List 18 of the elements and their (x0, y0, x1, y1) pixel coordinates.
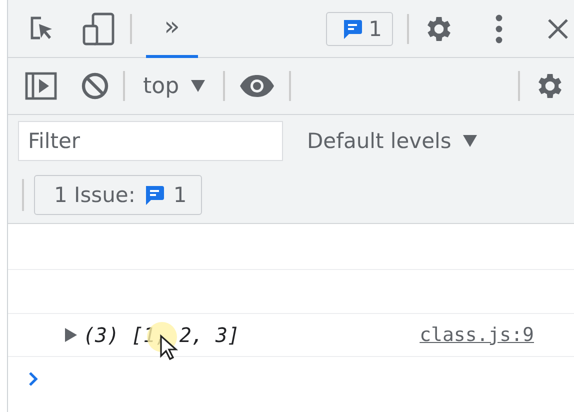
dropdown-caret-icon (463, 135, 478, 147)
message-icon (143, 184, 166, 206)
expand-arrow-icon[interactable] (65, 328, 77, 342)
prompt-chevron-icon (28, 372, 38, 386)
eye-icon[interactable] (239, 74, 276, 98)
source-link[interactable]: class.js:9 (420, 324, 534, 346)
issues-button[interactable]: 1 Issue: 1 (34, 175, 202, 215)
clear-icon[interactable] (81, 72, 109, 100)
filter-field[interactable]: Filter (18, 121, 283, 161)
device-icon[interactable] (82, 12, 116, 46)
issues-button[interactable]: 1 (326, 12, 393, 46)
close-icon[interactable] (547, 18, 569, 40)
sidebar-icon[interactable] (25, 72, 57, 100)
dropdown-caret-icon (191, 80, 206, 92)
more-icon[interactable] (495, 14, 503, 44)
context-dropdown[interactable]: top (139, 74, 210, 98)
array-preview[interactable]: (3) [1, 2, 3] (83, 323, 240, 347)
levels-dropdown[interactable]: Default levels (301, 128, 484, 154)
